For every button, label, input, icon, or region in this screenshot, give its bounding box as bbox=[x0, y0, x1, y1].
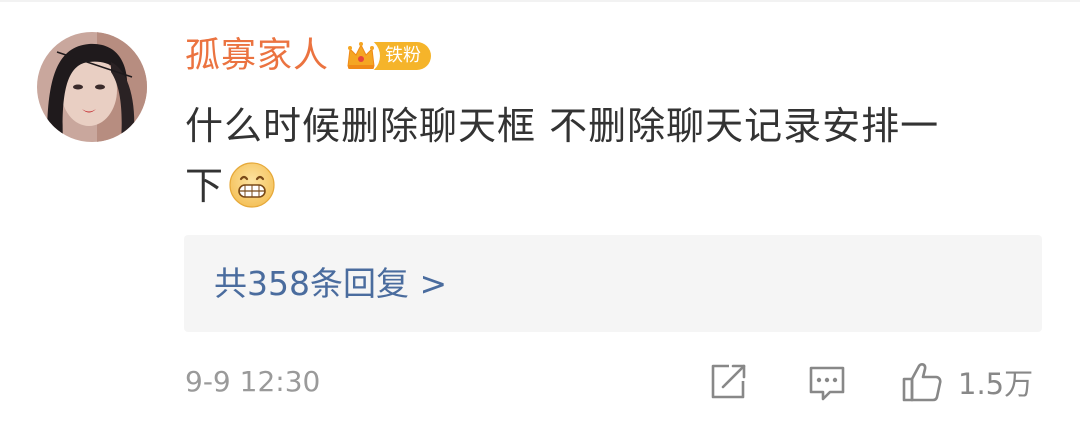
username-row: 孤寡家人 铁粉 bbox=[185, 30, 432, 82]
like-count: 1.5万 bbox=[958, 367, 1034, 401]
share-icon bbox=[711, 364, 746, 399]
reply-button[interactable] bbox=[806, 360, 848, 404]
username[interactable]: 孤寡家人 bbox=[185, 30, 329, 82]
comment-timestamp: 9-9 12:30 bbox=[185, 365, 321, 398]
comment-text-line-2: 下 bbox=[185, 156, 1035, 216]
comment-text-line2: 下 bbox=[185, 164, 225, 208]
replies-box[interactable]: 共358条回复 > bbox=[184, 235, 1042, 332]
repost-button[interactable] bbox=[707, 360, 749, 404]
divider bbox=[0, 0, 1080, 2]
fan-badge[interactable]: 铁粉 bbox=[341, 37, 432, 75]
comment-text-line: 什么时候删除聊天框 不删除聊天记录安排一 bbox=[185, 104, 940, 148]
avatar[interactable] bbox=[37, 32, 147, 142]
comment-card: 孤寡家人 铁粉 什么时候删除聊天框 不删除聊天记录安排一 下 共358条回复 >… bbox=[0, 0, 1080, 425]
view-replies-link[interactable]: 共358条回复 > bbox=[214, 235, 447, 332]
crown-icon bbox=[342, 37, 381, 75]
grinning-face-icon bbox=[229, 161, 275, 208]
comment-icon bbox=[809, 366, 845, 401]
thumbs-up-icon bbox=[902, 363, 942, 402]
like-button[interactable]: 1.5万 bbox=[900, 360, 1033, 404]
comment-text: 什么时候删除聊天框 不删除聊天记录安排一 下 bbox=[185, 96, 1035, 216]
